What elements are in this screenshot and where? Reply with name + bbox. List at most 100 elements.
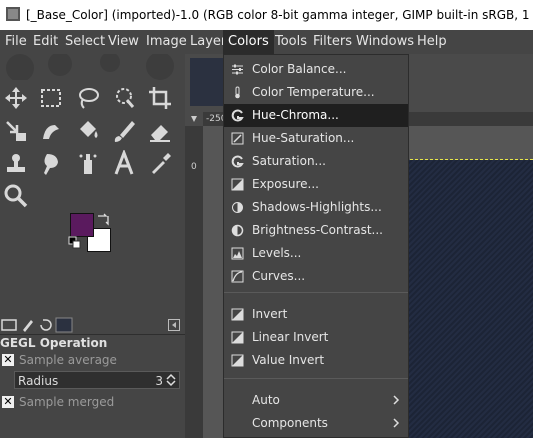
menu-item-label: Value Invert	[252, 353, 325, 367]
sample-merged-checkbox[interactable]: ✕	[2, 396, 14, 408]
menu-item-label: Curves...	[252, 269, 306, 283]
fuzzy-select-icon	[116, 88, 135, 108]
menu-tools[interactable]: Tools	[270, 30, 312, 54]
layer-boundary	[405, 159, 533, 160]
menu-file[interactable]: File	[0, 30, 32, 54]
menu-help[interactable]: Help	[412, 30, 452, 54]
menu-item-levels[interactable]: Levels...	[224, 242, 408, 265]
menu-item-label: Hue-Chroma...	[252, 108, 339, 122]
eyedropper-icon	[152, 153, 171, 174]
dock-tabs	[0, 316, 185, 335]
tool-options-icon	[1, 319, 17, 331]
zoom-tool[interactable]	[2, 182, 30, 210]
text-icon	[114, 148, 134, 175]
transform-icon	[6, 121, 26, 141]
levels-icon	[231, 247, 244, 260]
bucket-fill-tool[interactable]	[74, 117, 102, 145]
default-colors-icon[interactable]	[68, 236, 82, 250]
tab-tool-options[interactable]	[0, 316, 18, 334]
tab-images[interactable]	[55, 316, 73, 334]
rect-select-tool[interactable]	[37, 84, 65, 112]
menu-windows[interactable]: Windows	[351, 30, 419, 54]
image-menu-icon[interactable]	[185, 112, 203, 126]
menu-item-brightness-contrast[interactable]: Brightness-Contrast...	[224, 219, 408, 242]
vertical-ruler[interactable]: 0	[185, 126, 203, 438]
menubar: File Edit Select View Image Layer Colors…	[0, 30, 533, 54]
sample-merged-row[interactable]: ✕ Sample merged	[0, 393, 185, 411]
menu-item-label: Hue-Saturation...	[252, 131, 355, 145]
ink-tool[interactable]	[74, 150, 102, 178]
color-picker-tool[interactable]	[146, 150, 174, 178]
brush-icon	[114, 121, 135, 142]
menu-item-label: Invert	[252, 307, 288, 321]
radius-spinbutton[interactable]: Radius 3	[14, 371, 180, 389]
menu-item-label: Components	[252, 416, 328, 430]
menu-item-value-invert[interactable]: Value Invert	[224, 349, 408, 372]
swap-colors-icon[interactable]	[96, 212, 110, 226]
lasso-icon	[79, 88, 99, 109]
color-balance-icon	[232, 64, 243, 75]
unified-transform-tool[interactable]	[2, 117, 30, 145]
menu-item-auto[interactable]: Auto	[224, 389, 408, 412]
clone-tool[interactable]	[2, 150, 30, 178]
paintbrush-tool[interactable]	[110, 117, 138, 145]
sample-merged-label: Sample merged	[19, 395, 115, 409]
menu-item-hue-chroma[interactable]: Hue-Chroma...	[224, 104, 408, 127]
menu-colors[interactable]: Colors	[223, 30, 274, 54]
crop-tool[interactable]	[146, 84, 174, 112]
gimp-app-icon	[6, 7, 20, 21]
wilber-decoration	[6, 54, 174, 80]
undo-history-icon	[40, 319, 52, 331]
menu-item-linear-invert[interactable]: Linear Invert	[224, 326, 408, 349]
menu-filters[interactable]: Filters	[308, 30, 357, 54]
image-content[interactable]	[405, 160, 533, 438]
warp-icon	[43, 125, 59, 139]
exposure-icon	[231, 178, 244, 191]
hue-saturation-icon	[231, 132, 244, 145]
rect-select-icon	[41, 89, 61, 107]
menu-item-color-balance[interactable]: Color Balance...	[224, 58, 408, 81]
shadows-highlights-icon	[232, 202, 243, 213]
clone-stamp-icon	[7, 154, 25, 172]
colors-menu: Color Balance... Color Temperature... Hu…	[223, 54, 409, 438]
smudge-tool[interactable]	[37, 150, 65, 178]
menu-edit[interactable]: Edit	[28, 30, 63, 54]
menu-view[interactable]: View	[103, 30, 144, 54]
menu-separator	[224, 378, 408, 379]
menu-item-label: Exposure...	[252, 177, 319, 191]
text-tool[interactable]	[110, 148, 138, 178]
eraser-tool[interactable]	[146, 117, 174, 145]
spin-arrows-icon[interactable]	[165, 373, 177, 387]
menu-item-curves[interactable]: Curves...	[224, 265, 408, 288]
menu-item-color-temperature[interactable]: Color Temperature...	[224, 81, 408, 104]
tool-options-title: GEGL Operation	[0, 336, 108, 350]
fuzzy-select-tool[interactable]	[110, 84, 138, 112]
menu-item-invert[interactable]: Invert	[224, 303, 408, 326]
sample-average-row[interactable]: ✕ Sample average	[0, 351, 185, 369]
sample-average-label: Sample average	[19, 353, 117, 367]
menu-item-hue-saturation[interactable]: Hue-Saturation...	[224, 127, 408, 150]
invert-icon	[231, 331, 244, 344]
foreground-color-swatch[interactable]	[70, 213, 94, 237]
move-icon	[5, 87, 27, 109]
submenu-arrow-icon	[393, 418, 400, 428]
free-select-tool[interactable]	[74, 84, 102, 112]
tab-undo-history[interactable]	[37, 316, 55, 334]
radius-label: Radius	[18, 374, 59, 388]
menu-item-shadows-highlights[interactable]: Shadows-Highlights...	[224, 196, 408, 219]
invert-icon	[231, 308, 244, 321]
menu-item-label: Color Balance...	[252, 62, 347, 76]
tab-device-status[interactable]	[19, 316, 37, 334]
move-tool[interactable]	[2, 84, 30, 112]
menu-item-exposure[interactable]: Exposure...	[224, 173, 408, 196]
sample-average-checkbox[interactable]: ✕	[2, 354, 14, 366]
gegl-icon	[231, 155, 244, 168]
menu-separator	[224, 292, 408, 293]
panel-menu-icon[interactable]	[168, 319, 180, 331]
menu-item-saturation[interactable]: Saturation...	[224, 150, 408, 173]
device-status-icon	[23, 320, 33, 332]
warp-transform-tool[interactable]	[37, 117, 65, 145]
menu-item-label: Auto	[252, 393, 280, 407]
menu-item-components[interactable]: Components	[224, 412, 408, 435]
menu-item-label: Color Temperature...	[252, 85, 375, 99]
